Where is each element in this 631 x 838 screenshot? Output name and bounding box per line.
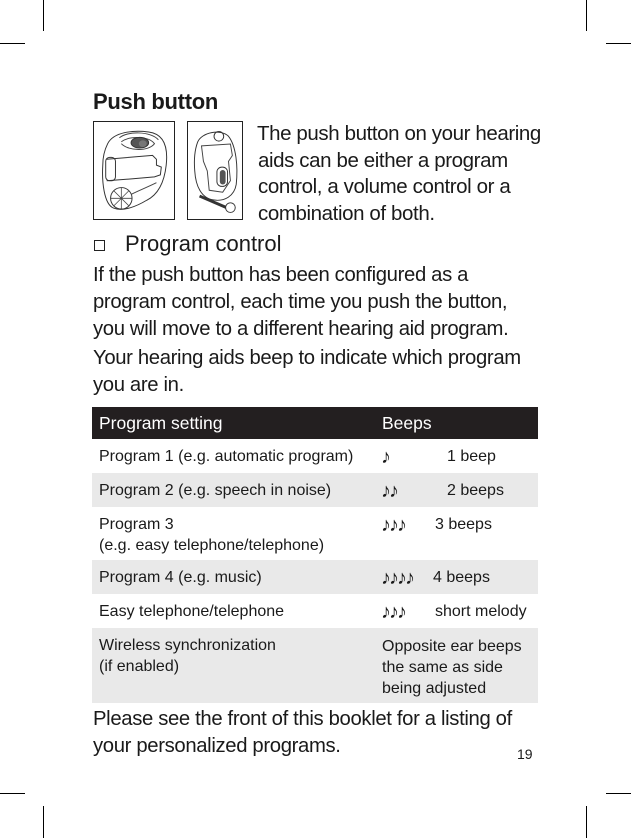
beep-description: Opposite ear beeps the same as side bein…	[382, 636, 537, 699]
crop-mark	[606, 793, 631, 794]
checkbox-icon	[94, 240, 105, 251]
table-row: Program 2 (e.g. speech in noise) ♪♪ 2 be…	[92, 473, 538, 507]
program-setting: Program 4 (e.g. music)	[99, 569, 262, 586]
column-header-program-setting: Program setting	[99, 412, 223, 433]
intro-paragraph: The push button on your hearing aids can…	[257, 121, 547, 227]
program-setting: Wireless synchronization (if enabled)	[99, 635, 276, 677]
paragraph-line: you are in.	[93, 374, 184, 396]
hearing-aid-side-icon	[193, 130, 238, 213]
paragraph-line: Your hearing aids beep to indicate which…	[93, 347, 521, 369]
beep-count: 4 beeps	[433, 569, 490, 586]
program-setting: Program 3 (e.g. easy telephone/telephone…	[99, 514, 324, 556]
crop-mark	[0, 793, 25, 794]
program-setting-line: Program 3	[99, 516, 174, 533]
page-number: 19	[517, 746, 533, 762]
program-setting-line: Wireless synchronization	[99, 637, 276, 654]
table-header: Program setting Beeps	[92, 407, 538, 439]
column-header-beeps: Beeps	[382, 412, 432, 433]
table-row: Program 4 (e.g. music) ♪♪♪♪ 4 beeps	[92, 560, 538, 594]
paragraph-line: program control, each time you push the …	[93, 291, 508, 313]
footer-line: Please see the front of this booklet for…	[93, 708, 512, 730]
table-row: Wireless synchronization (if enabled) Op…	[92, 628, 538, 703]
intro-line: The push button on your hearing	[257, 122, 541, 145]
music-note-icon: ♪	[381, 446, 391, 468]
intro-line: aids can be either a program	[258, 148, 508, 172]
hearing-aid-front-icon	[102, 130, 168, 210]
music-note-icon: ♪♪♪♪	[381, 567, 415, 589]
intro-line: combination of both.	[258, 201, 435, 225]
beep-description-line: being adjusted	[382, 680, 487, 697]
crop-mark	[586, 806, 587, 838]
table-row: Program 1 (e.g. automatic program) ♪ 1 b…	[92, 439, 538, 473]
beep-count: 3 beeps	[435, 516, 492, 533]
program-control-paragraph: If the push button has been configured a…	[93, 262, 543, 343]
program-control-option: Program control	[94, 231, 282, 257]
table-row: Easy telephone/telephone ♪♪♪ short melod…	[92, 594, 538, 628]
crop-mark	[606, 43, 631, 44]
subheading: Program control	[125, 231, 282, 256]
beep-count: short melody	[435, 603, 527, 620]
crop-mark	[586, 0, 587, 31]
beep-paragraph: Your hearing aids beep to indicate which…	[93, 345, 543, 399]
program-beeps-table: Program setting Beeps Program 1 (e.g. au…	[92, 407, 538, 703]
hearing-aid-side-illustration	[187, 121, 243, 220]
crop-mark	[43, 806, 44, 838]
program-setting: Program 2 (e.g. speech in noise)	[99, 482, 332, 499]
page-title: Push button	[93, 89, 219, 114]
program-setting-line: (if enabled)	[99, 658, 180, 675]
table-row: Program 3 (e.g. easy telephone/telephone…	[92, 507, 538, 560]
program-setting-line: (e.g. easy telephone/telephone)	[99, 537, 325, 554]
footer-line: your personalized programs.	[93, 735, 341, 757]
beep-count: 2 beeps	[447, 482, 504, 499]
beep-description-line: Opposite ear beeps	[382, 638, 522, 655]
intro-line: control, a volume control or a	[258, 175, 511, 198]
program-setting: Program 1 (e.g. automatic program)	[99, 448, 354, 465]
beep-description-line: the same as side	[382, 659, 503, 676]
program-setting: Easy telephone/telephone	[99, 603, 285, 620]
music-note-icon: ♪♪♪	[381, 514, 407, 536]
music-note-icon: ♪♪	[381, 480, 399, 502]
hearing-aid-front-illustration	[93, 121, 175, 220]
music-melody-icon: ♪♪♪	[381, 601, 407, 623]
beep-count: 1 beep	[447, 448, 496, 465]
footer-paragraph: Please see the front of this booklet for…	[93, 706, 512, 760]
crop-mark	[43, 0, 44, 31]
crop-mark	[0, 43, 25, 44]
paragraph-line: If the push button has been configured a…	[93, 264, 469, 286]
paragraph-line: you will move to a different hearing aid…	[93, 318, 509, 340]
